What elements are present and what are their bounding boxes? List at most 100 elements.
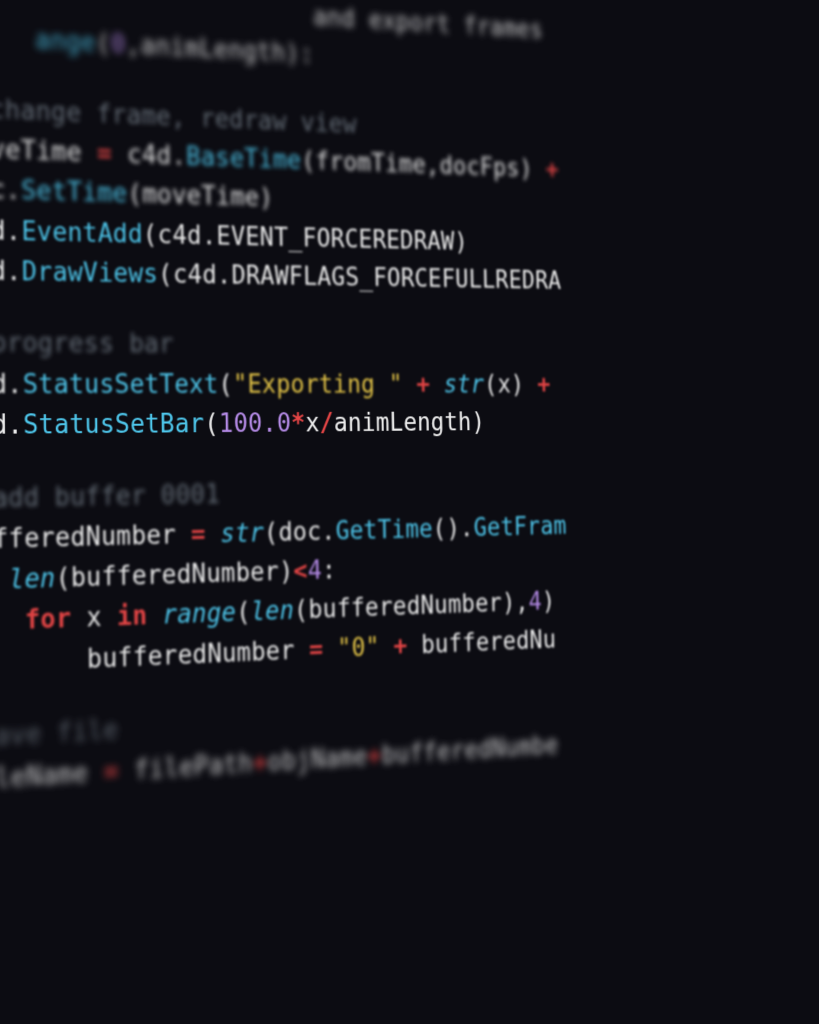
code-token (0, 565, 9, 596)
code-token: x (497, 371, 511, 399)
code-token: = (191, 520, 206, 550)
code-token: ) (519, 155, 546, 184)
code-token: ): (285, 40, 314, 70)
code-token: = (309, 635, 324, 665)
code-token (147, 601, 162, 632)
code-token: ( (55, 563, 71, 594)
code-token: "0" (337, 633, 380, 664)
code-token: ( (484, 371, 498, 399)
code-token: < (293, 557, 308, 587)
code-token: ) (511, 371, 538, 399)
code-token: ) (279, 557, 294, 587)
code-token: fromTime,docFps (315, 147, 520, 182)
code-token: + (253, 748, 268, 779)
code-token: doc. (0, 174, 21, 206)
code-token: bufferedNumber (308, 590, 502, 626)
code-token: c4d. (0, 215, 21, 247)
code-token: range (162, 599, 236, 631)
code-token: objName (267, 742, 367, 777)
code-token: #save file (0, 715, 118, 754)
code-token: doc. (278, 517, 335, 548)
code-token (430, 371, 444, 399)
code-token: len (251, 597, 295, 628)
code-token: str (443, 371, 484, 399)
code-token: animLength (333, 409, 471, 438)
code-token: 100.0 (219, 409, 292, 439)
code-token: ( (294, 596, 309, 626)
code-line[interactable]: # progress bar (0, 323, 819, 367)
code-token: # progress bar (0, 328, 174, 359)
code-token: * (291, 409, 306, 438)
code-token: bufferedNumbe (381, 731, 558, 770)
code-token: ) (259, 184, 274, 213)
code-token: StatusSetBar (23, 410, 205, 441)
code-token: ), (502, 589, 529, 618)
code-token: c4d. (0, 369, 23, 400)
code-token (402, 370, 416, 399)
code-token (379, 632, 393, 662)
code-line[interactable]: c4d.StatusSetText("Exporting " + str(x) … (0, 364, 819, 405)
code-token: len (9, 564, 56, 596)
code-token: fileName (0, 757, 104, 796)
code-token: = (103, 756, 119, 787)
code-token: ( (264, 518, 279, 548)
code-token: c4d. (112, 140, 187, 172)
code-token: c4d. (0, 410, 23, 441)
code-token: bufferedNumber (87, 635, 309, 674)
code-token: + (545, 156, 559, 184)
code-token: ) (542, 588, 556, 617)
code-token: c4d. (157, 220, 216, 251)
code-token: x (71, 603, 117, 635)
code-token: EVENT_FORCEREDRAW (216, 222, 455, 256)
code-token: BaseTime (186, 143, 302, 176)
code-token: / (319, 409, 334, 438)
code-token (206, 519, 221, 549)
code-token: c4d. (0, 256, 22, 287)
indent (0, 644, 87, 680)
code-token: + (416, 371, 430, 399)
code-editor[interactable]: and export frames ange(0,animLength):# c… (0, 0, 819, 802)
code-token: (). (433, 514, 474, 543)
code-token: ange (35, 26, 96, 59)
code-token: ( (204, 410, 219, 440)
code-token: 4 (528, 588, 542, 617)
code-token: ( (301, 147, 316, 176)
indent (0, 606, 25, 639)
code-token: + (393, 632, 407, 662)
code-token: SetTime (21, 176, 128, 209)
code-token: ) (454, 228, 468, 256)
code-token: ( (127, 180, 142, 210)
code-token: moveTime (142, 180, 259, 213)
code-token: moveTime (0, 134, 97, 169)
code-token: ( (218, 370, 233, 399)
code-token: ( (143, 220, 158, 250)
code-token: bufferedNumber (0, 520, 191, 556)
code-token: = (97, 139, 112, 169)
code-token: ( (96, 29, 111, 59)
code-token: 4 (307, 556, 322, 586)
code-token: GetTime (335, 515, 433, 546)
code-token: in (117, 602, 148, 633)
code-token: ( (158, 260, 173, 290)
code-token: , (126, 31, 141, 61)
code-token: ( (236, 598, 251, 628)
code-token: # add buffer 0001 (0, 480, 220, 515)
code-token: filePath (119, 748, 253, 786)
code-token: animLength (140, 32, 285, 69)
code-token: c4d. (173, 260, 232, 290)
code-token: + (537, 371, 551, 399)
code-token: bufferedNumber (71, 558, 280, 594)
code-token: str (220, 519, 264, 550)
code-token: DrawViews (22, 257, 159, 289)
code-token: DRAWFLAGS_FORCEFULLREDRA (231, 261, 561, 295)
code-token: GetFram (473, 512, 567, 542)
code-token: x (305, 409, 320, 438)
code-token (0, 22, 35, 56)
code-token: bufferedNu (407, 626, 556, 661)
code-token: ) (471, 409, 485, 437)
code-token: for (25, 604, 72, 636)
code-token: 0 (111, 30, 126, 60)
code-token (323, 634, 338, 664)
code-token: "Exporting " (233, 370, 403, 399)
code-token: + (367, 741, 382, 771)
